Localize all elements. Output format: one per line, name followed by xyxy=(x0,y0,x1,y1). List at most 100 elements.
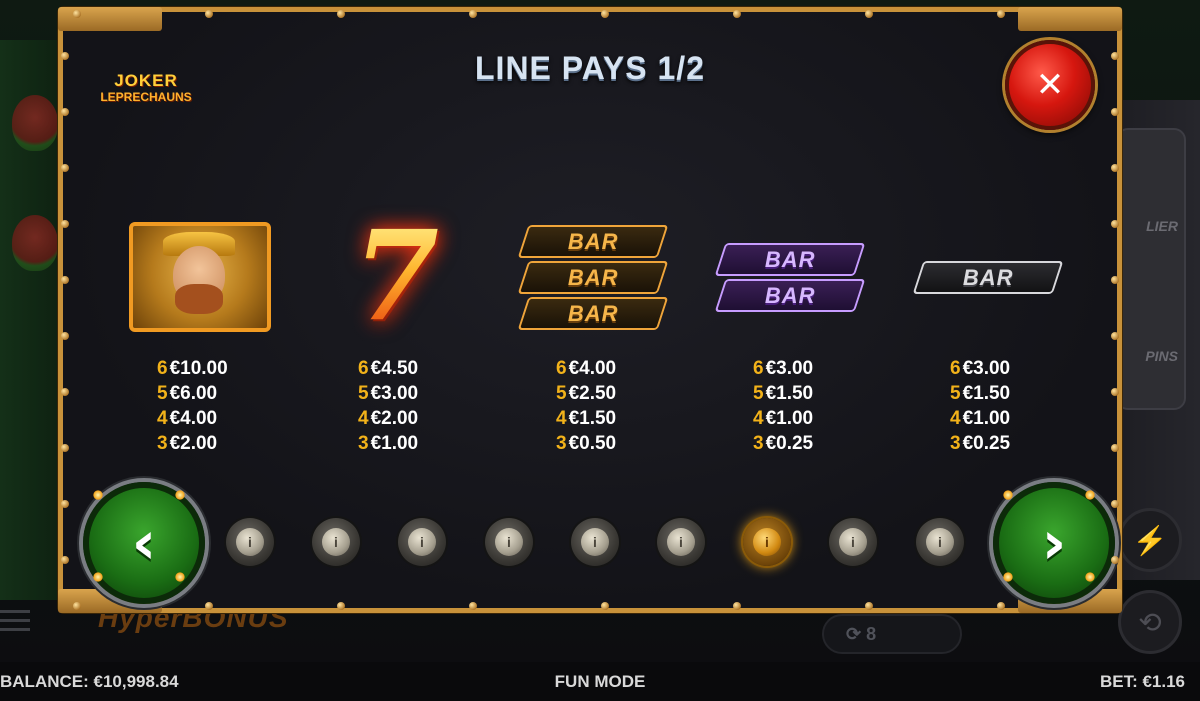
rivet-icon xyxy=(1111,52,1119,60)
chevron-left-icon: ‹ xyxy=(131,508,157,578)
page-dot[interactable]: i xyxy=(398,518,446,566)
rivet-icon xyxy=(61,444,69,452)
autoplay-button[interactable]: ⟳ 8 xyxy=(822,614,962,654)
watermelon-icon xyxy=(12,215,58,271)
pay-row: 5 €3.00 xyxy=(358,383,419,404)
rivet-icon xyxy=(865,602,873,610)
page-dot[interactable]: i xyxy=(485,518,533,566)
rivet-icon xyxy=(61,276,69,284)
info-icon: i xyxy=(408,528,436,556)
bar-icon: BAR xyxy=(517,296,669,330)
sparkle-icon xyxy=(175,490,185,500)
rivet-icon xyxy=(469,602,477,610)
pay-row: 6 €3.00 xyxy=(753,358,814,379)
pay-row: 6 €4.00 xyxy=(556,358,617,379)
next-page-button[interactable]: › xyxy=(993,482,1115,604)
bar-icon: BAR xyxy=(714,278,866,312)
rivet-icon xyxy=(997,10,1005,18)
prev-page-button[interactable]: ‹ xyxy=(83,482,205,604)
seven-icon: 7 xyxy=(352,204,440,349)
rivet-icon xyxy=(1111,388,1119,396)
paytable-column: 6 €3.00 5 €1.50 4 €1.00 3 €0.25 xyxy=(753,356,903,456)
rivet-icon xyxy=(1111,220,1119,228)
rivet-icon xyxy=(73,10,81,18)
rivet-icon xyxy=(205,10,213,18)
rivet-icon xyxy=(337,10,345,18)
page-dot[interactable]: i xyxy=(743,518,791,566)
close-button[interactable]: ✕ xyxy=(1005,40,1095,130)
spin-icon[interactable]: ⟲ xyxy=(1118,590,1182,654)
close-icon: ✕ xyxy=(1035,65,1065,105)
rivet-icon xyxy=(997,602,1005,610)
page-dot[interactable]: i xyxy=(226,518,274,566)
sparkle-icon xyxy=(1085,490,1095,500)
leprechaun-icon xyxy=(129,222,271,332)
bar-icon: BAR xyxy=(517,260,669,294)
pay-row: 3 €2.00 xyxy=(157,433,218,454)
rivet-icon xyxy=(1111,500,1119,508)
info-icon: i xyxy=(753,528,781,556)
watermelon-icon xyxy=(12,95,58,151)
pay-row: 4 €1.50 xyxy=(556,408,617,429)
bar-icon: BAR xyxy=(517,224,669,258)
sparkle-icon xyxy=(1003,490,1013,500)
menu-icon[interactable] xyxy=(0,610,30,632)
rivet-icon xyxy=(61,108,69,116)
page-dot[interactable]: i xyxy=(829,518,877,566)
rivet-icon xyxy=(1111,164,1119,172)
sparkle-icon xyxy=(1003,572,1013,582)
rivet-icon xyxy=(1111,332,1119,340)
status-bar: BALANCE: €10,998.84 FUN MODE BET: €1.16 xyxy=(0,662,1200,701)
rivet-icon xyxy=(205,602,213,610)
symbol-red-seven: 7 xyxy=(321,212,471,342)
pay-row: 6 €4.50 xyxy=(358,358,419,379)
paytable-column: 6 €4.50 5 €3.00 4 €2.00 3 €1.00 xyxy=(358,356,508,456)
rivet-icon xyxy=(337,602,345,610)
symbol-triple-bar: BAR BAR BAR xyxy=(517,212,669,342)
chevron-right-icon: › xyxy=(1041,508,1067,578)
rivet-icon xyxy=(61,500,69,508)
symbol-double-bar: BAR BAR xyxy=(714,212,866,342)
pay-row: 3 €0.25 xyxy=(950,433,1011,454)
info-icon: i xyxy=(581,528,609,556)
mode-label: FUN MODE xyxy=(554,672,646,691)
pay-row: 4 €4.00 xyxy=(157,408,218,429)
pay-row: 6 €3.00 xyxy=(950,358,1011,379)
paytable-modal: JOKER LEPRECHAUNS LINE PAYS 1/2 ✕ 7 BAR … xyxy=(58,7,1122,613)
pay-row: 4 €1.00 xyxy=(753,408,814,429)
pay-row: 5 €1.50 xyxy=(753,383,814,404)
paytable-column: 6 €3.00 5 €1.50 4 €1.00 3 €0.25 xyxy=(950,356,1100,456)
pay-row: 4 €2.00 xyxy=(358,408,419,429)
info-icon: i xyxy=(926,528,954,556)
info-icon: i xyxy=(322,528,350,556)
sparkle-icon xyxy=(93,572,103,582)
rivet-icon xyxy=(61,556,69,564)
page-title: LINE PAYS 1/2 xyxy=(475,50,705,86)
pay-row: 5 €2.50 xyxy=(556,383,617,404)
pay-row: 6 €10.00 xyxy=(157,358,228,379)
background-card-text: PINS xyxy=(1145,348,1178,364)
rivet-icon xyxy=(61,388,69,396)
paytable-column: 6 €10.00 5 €6.00 4 €4.00 3 €2.00 xyxy=(157,356,307,456)
background-feature-card xyxy=(1116,128,1186,410)
rivet-icon xyxy=(73,602,81,610)
pay-row: 5 €6.00 xyxy=(157,383,218,404)
pay-row: 3 €0.25 xyxy=(753,433,814,454)
info-icon: i xyxy=(236,528,264,556)
paytable-column: 6 €4.00 5 €2.50 4 €1.50 3 €0.50 xyxy=(556,356,706,456)
pay-row: 5 €1.50 xyxy=(950,383,1011,404)
page-dot[interactable]: i xyxy=(916,518,964,566)
rivet-icon xyxy=(61,332,69,340)
rivet-icon xyxy=(1111,556,1119,564)
rivet-icon xyxy=(865,10,873,18)
bar-icon: BAR xyxy=(912,260,1064,294)
rivet-icon xyxy=(733,10,741,18)
page-dot[interactable]: i xyxy=(657,518,705,566)
symbol-joker-leprechaun xyxy=(125,212,275,342)
page-dot[interactable]: i xyxy=(571,518,619,566)
turbo-icon[interactable]: ⚡ xyxy=(1118,508,1182,572)
rivet-icon xyxy=(61,164,69,172)
page-dot[interactable]: i xyxy=(312,518,360,566)
rivet-icon xyxy=(1111,444,1119,452)
bet-label: BET: €1.16 xyxy=(1099,672,1185,691)
